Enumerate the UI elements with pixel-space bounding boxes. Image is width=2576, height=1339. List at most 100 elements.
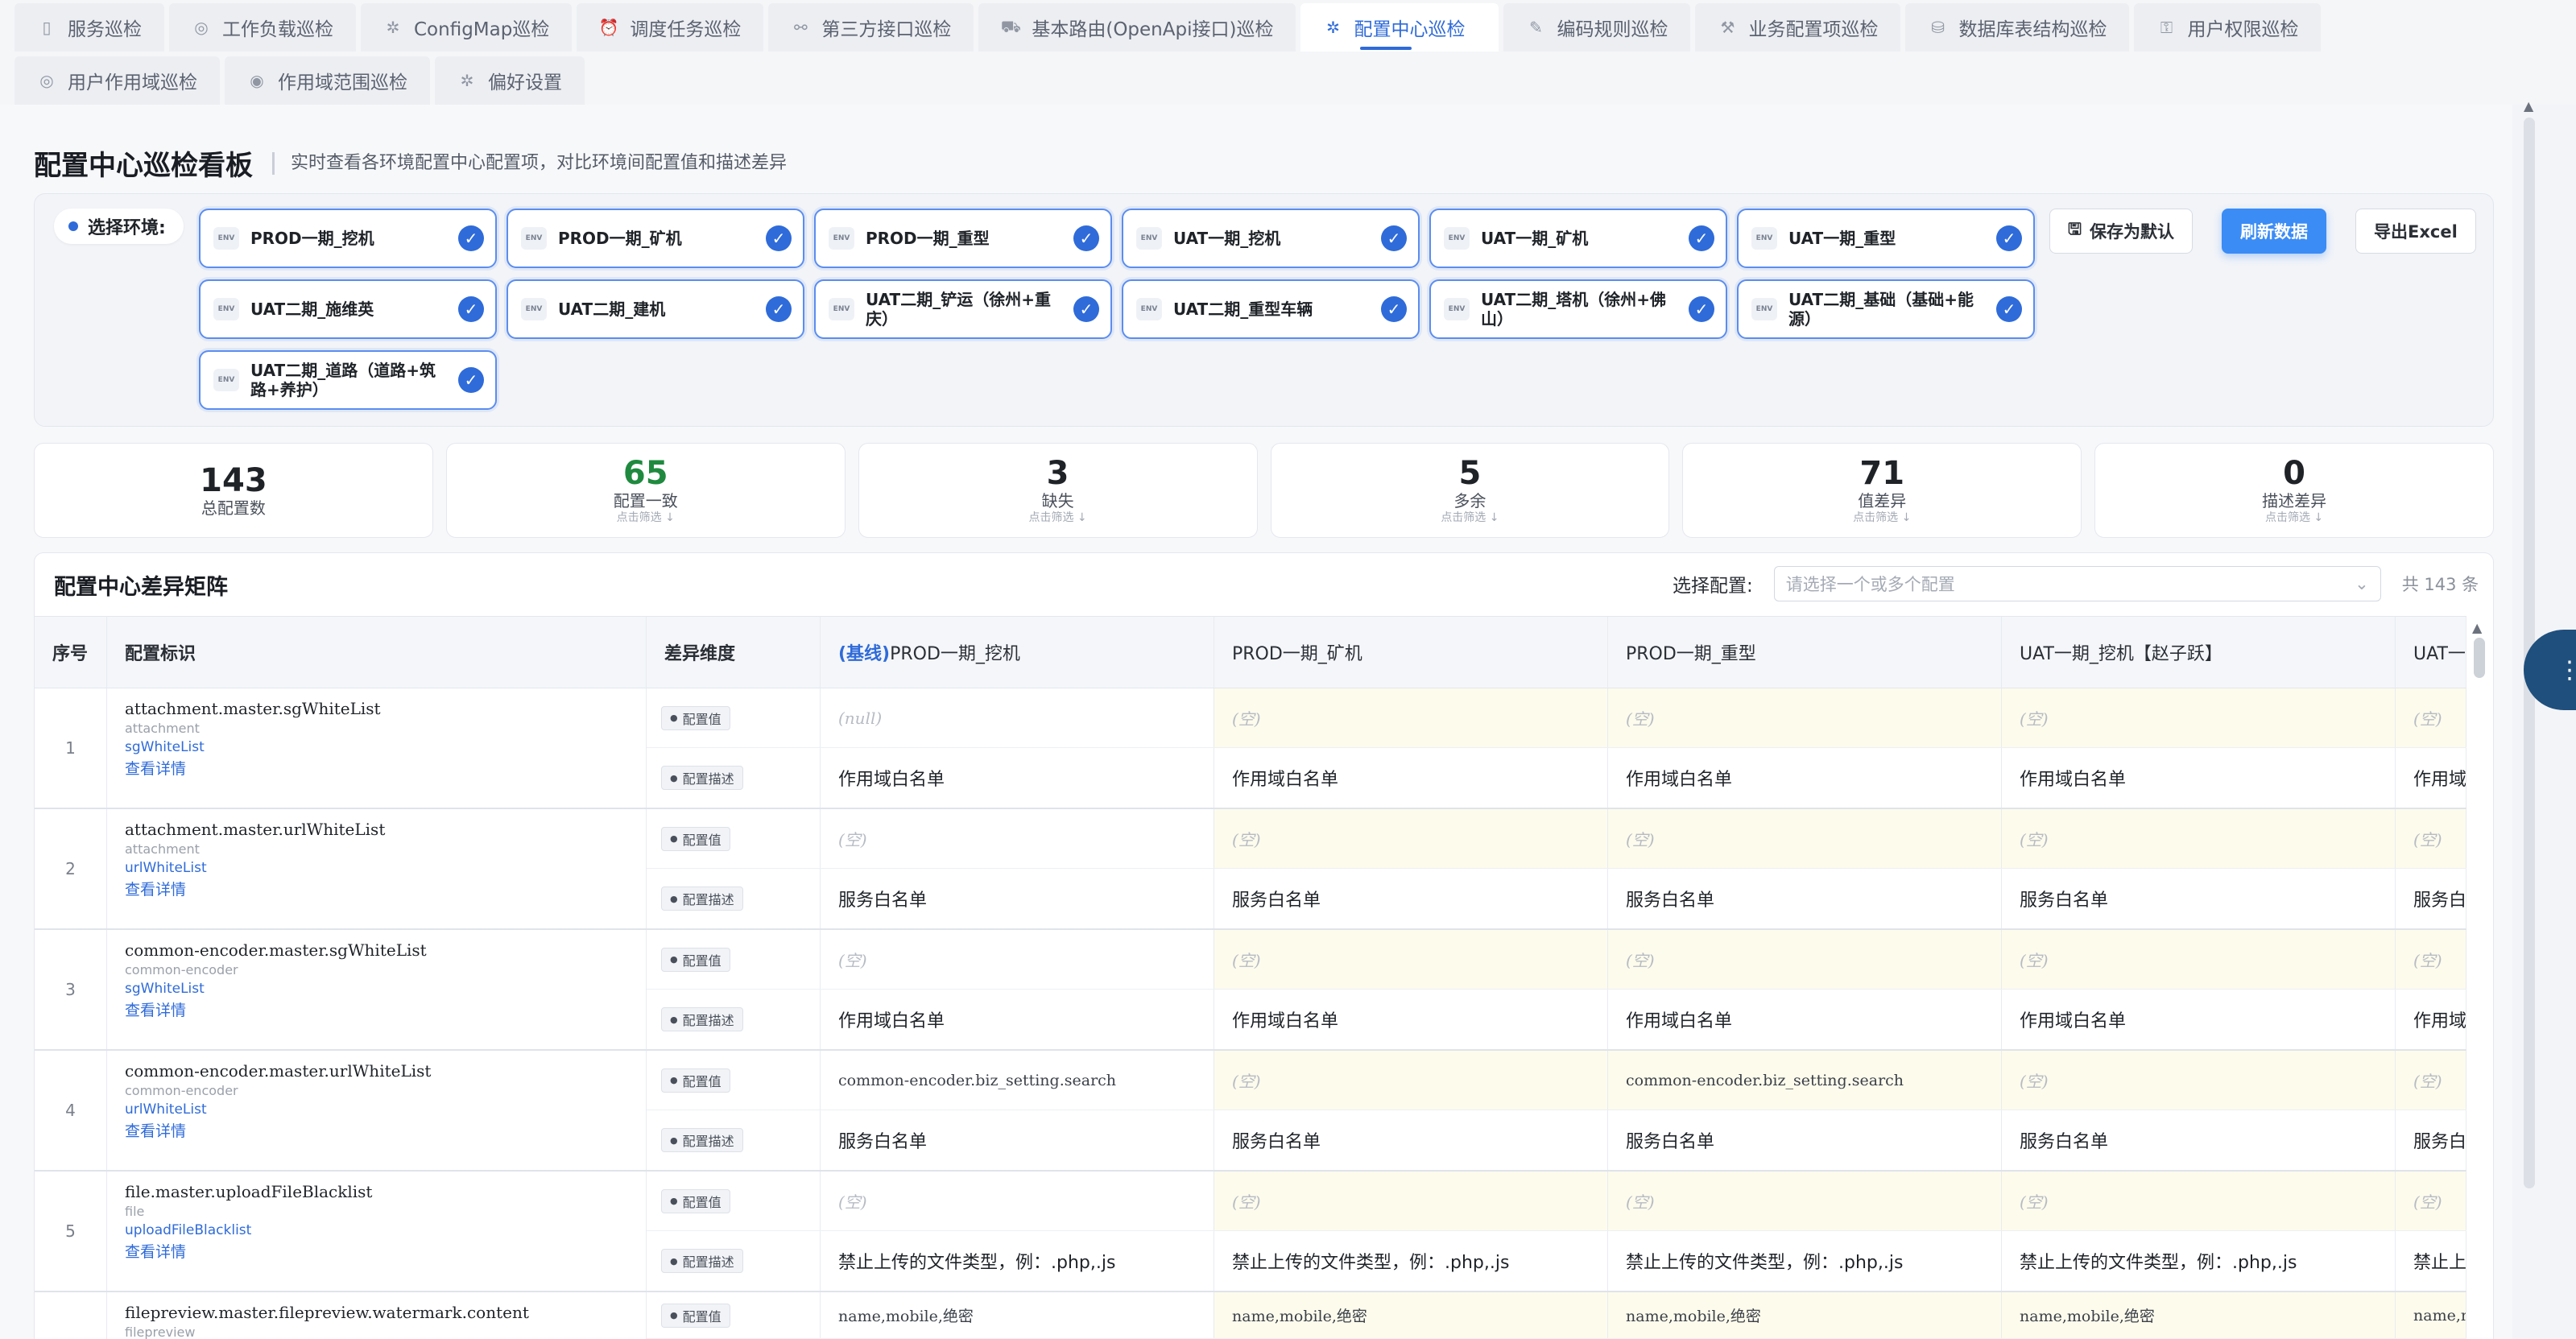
tab-wrench[interactable]: ⚒ 业务配置项巡检 xyxy=(1695,3,1901,52)
tab-document[interactable]: ▯ 服务巡检 xyxy=(14,3,164,52)
environment-chip[interactable]: ENV UAT二期_塔机（徐州+佛山） ✓ xyxy=(1429,279,1727,339)
table-scroll-up-icon[interactable]: ▲ xyxy=(2472,620,2482,635)
col-env[interactable]: PROD一期_矿机 xyxy=(1214,617,1608,688)
tab-database[interactable]: ⛁ 数据库表结构巡检 xyxy=(1905,3,2130,52)
table-scrollbar[interactable] xyxy=(2474,638,2485,678)
stat-card[interactable]: 5 多余 点击筛选 ↓ xyxy=(1270,443,1670,538)
database-icon: ⛁ xyxy=(1931,18,1945,37)
tab-label: 编码规则巡检 xyxy=(1557,19,1668,40)
col-env[interactable]: UAT一期_挖机【赵子跃】 xyxy=(2002,617,2396,688)
stat-card[interactable]: 65 配置一致 点击筛选 ↓ xyxy=(445,443,846,538)
tab-edit[interactable]: ✎ 编码规则巡检 xyxy=(1503,3,1691,52)
environment-chip[interactable]: ENV UAT二期_道路（道路+筑路+养护） ✓ xyxy=(199,350,497,410)
environment-chip[interactable]: ENV PROD一期_矿机 ✓ xyxy=(507,209,804,268)
env-icon: ENV xyxy=(213,298,239,320)
tab-lock[interactable]: ⚿ 用户权限巡检 xyxy=(2134,3,2322,52)
env-value-cell: (空) xyxy=(1608,809,2002,868)
config-select-placeholder: 请选择一个或多个配置 xyxy=(1785,575,1955,594)
tab-wrapper: ⚯ 第三方接口巡检 xyxy=(768,3,974,52)
environment-chip[interactable]: ENV PROD一期_挖机 ✓ xyxy=(199,209,497,268)
env-value-cell: (空) xyxy=(1214,688,1608,747)
env-icon: ENV xyxy=(521,227,547,250)
env-value-cell: 作用域白名单 xyxy=(821,748,1214,808)
env-icon: ENV xyxy=(1444,227,1470,250)
environment-name: UAT一期_挖机 xyxy=(1173,229,1281,248)
export-label: 导出Excel xyxy=(2374,222,2458,242)
view-detail-link[interactable]: 查看详情 xyxy=(125,1239,646,1265)
check-icon: ✓ xyxy=(1689,225,1714,251)
view-detail-link[interactable]: 查看详情 xyxy=(125,877,646,903)
env-value-cell: (空) xyxy=(2396,1172,2466,1230)
environment-chip[interactable]: ENV PROD一期_重型 ✓ xyxy=(814,209,1112,268)
table-header: 序号 配置标识 差异维度 (基线) PROD一期_挖机 PROD一期_矿机 PR… xyxy=(35,616,2466,688)
env-value-cell: 服务白名单 xyxy=(2002,869,2396,928)
env-value-cell: 禁止上传的文件类型，例：.php,.js xyxy=(1608,1231,2002,1291)
stat-card[interactable]: 143 总配置数 xyxy=(34,443,433,538)
scroll-up-icon[interactable]: ▲ xyxy=(2524,98,2533,114)
matrix-title: 配置中心差异矩阵 xyxy=(54,575,228,600)
env-value-cell: 作用域白名单 xyxy=(1608,990,2002,1049)
environment-chip[interactable]: ENV UAT二期_重型车辆 ✓ xyxy=(1122,279,1420,339)
tab-route[interactable]: ⛟ 基本路由(OpenApi接口)巡检 xyxy=(978,3,1296,52)
environment-chip[interactable]: ENV UAT二期_施维英 ✓ xyxy=(199,279,497,339)
stat-label: 值差异 xyxy=(1858,491,1907,510)
stat-card[interactable]: 0 描述差异 点击筛选 ↓ xyxy=(2094,443,2494,538)
config-short-name: urlWhiteList xyxy=(125,1101,207,1118)
save-default-button[interactable]: 🖫 保存为默认 xyxy=(2049,209,2194,254)
table-row: filepreview.master.filepreview.watermark… xyxy=(35,1292,2466,1339)
config-select[interactable]: 请选择一个或多个配置 ⌄ xyxy=(1773,566,2381,601)
col-env-base[interactable]: (基线) PROD一期_挖机 xyxy=(821,617,1214,688)
env-value-cell: (空) xyxy=(2002,688,2396,747)
check-icon: ✓ xyxy=(1073,225,1099,251)
diff-matrix: 配置中心差异矩阵 选择配置: 请选择一个或多个配置 ⌄ 共 143 条 序号 配… xyxy=(34,552,2494,1339)
dimension-cell: 配置描述 xyxy=(647,1110,821,1170)
tab-wrapper: ⚿ 用户权限巡检 xyxy=(2134,3,2322,52)
stat-hint: 点击筛选 ↓ xyxy=(1853,511,1912,524)
environment-chip[interactable]: ENV UAT二期_铲运（徐州+重庆） ✓ xyxy=(814,279,1112,339)
tab-link[interactable]: ⚯ 第三方接口巡检 xyxy=(768,3,974,52)
config-group: file xyxy=(125,1204,145,1219)
tab-label: 偏好设置 xyxy=(488,72,562,93)
dimension-cell: 配置描述 xyxy=(647,748,821,808)
view-detail-link[interactable]: 查看详情 xyxy=(125,1118,646,1144)
env-value-cell: common-encoder.biz_setting.search xyxy=(821,1051,1214,1110)
env-value-cell: (空) xyxy=(2002,809,2396,868)
refresh-button[interactable]: 刷新数据 xyxy=(2222,209,2327,254)
table-row: 2 attachment.master.urlWhiteList attachmen… xyxy=(35,809,2466,930)
page-subtitle: 实时查看各环境配置中心配置项，对比环境间配置值和描述差异 xyxy=(272,151,787,175)
env-value-cell: 服务白名单 xyxy=(821,1110,1214,1170)
environment-chip[interactable]: ENV UAT一期_挖机 ✓ xyxy=(1122,209,1420,268)
tab-label: 基本路由(OpenApi接口)巡检 xyxy=(1032,19,1274,40)
env-value-cell: 作用域 xyxy=(2396,748,2466,808)
environment-chip[interactable]: ENV UAT二期_建机 ✓ xyxy=(507,279,804,339)
env-value-cell: (空) xyxy=(2396,1051,2466,1110)
tab-target[interactable]: ◎ 用户作用域巡检 xyxy=(14,56,220,105)
env-value-cell: 服务白名单 xyxy=(1214,869,1608,928)
tab-target[interactable]: ◎ 工作负载巡检 xyxy=(169,3,356,52)
check-icon: ✓ xyxy=(458,367,484,393)
environment-chip[interactable]: ENV UAT二期_基础（基础+能源） ✓ xyxy=(1737,279,2035,339)
environment-chip[interactable]: ENV UAT一期_重型 ✓ xyxy=(1737,209,2035,268)
col-env[interactable]: PROD一期_重型 xyxy=(1608,617,2002,688)
view-detail-link[interactable]: 查看详情 xyxy=(125,998,646,1023)
tab-scope[interactable]: ◉ 作用域范围巡检 xyxy=(225,56,430,105)
stat-card[interactable]: 3 缺失 点击筛选 ↓ xyxy=(858,443,1258,538)
export-excel-button[interactable]: 导出Excel xyxy=(2355,209,2476,254)
tab-settings[interactable]: ✲ 配置中心巡检 xyxy=(1300,3,1499,52)
edit-icon: ✎ xyxy=(1529,18,1543,37)
environment-chip[interactable]: ENV UAT一期_矿机 ✓ xyxy=(1429,209,1727,268)
config-key-cell: common-encoder.master.sgWhiteList common-… xyxy=(107,930,647,1049)
tab-gear[interactable]: ✲ 偏好设置 xyxy=(435,56,585,105)
view-detail-link[interactable]: 查看详情 xyxy=(125,756,646,782)
stat-card[interactable]: 71 值差异 点击筛选 ↓ xyxy=(1682,443,2082,538)
col-env[interactable]: UAT一期 xyxy=(2396,617,2466,688)
tab-alarm-clock[interactable]: ⏰ 调度任务巡检 xyxy=(577,3,764,52)
baseline-tag: (基线) xyxy=(838,644,891,664)
tab-gear[interactable]: ✲ ConfigMap巡检 xyxy=(361,3,573,52)
dimension-cell: 配置值 xyxy=(647,1292,821,1338)
table-row: 3 common-encoder.master.sgWhiteList common… xyxy=(35,930,2466,1051)
dimension-rows: 配置值(null)(空)(空)(空)(空)配置描述作用域白名单作用域白名单作用域… xyxy=(647,688,2466,808)
config-group: common-encoder xyxy=(125,1083,238,1098)
tab-wrapper: ◎ 用户作用域巡检 xyxy=(14,56,220,105)
stat-label: 配置一致 xyxy=(613,491,678,510)
